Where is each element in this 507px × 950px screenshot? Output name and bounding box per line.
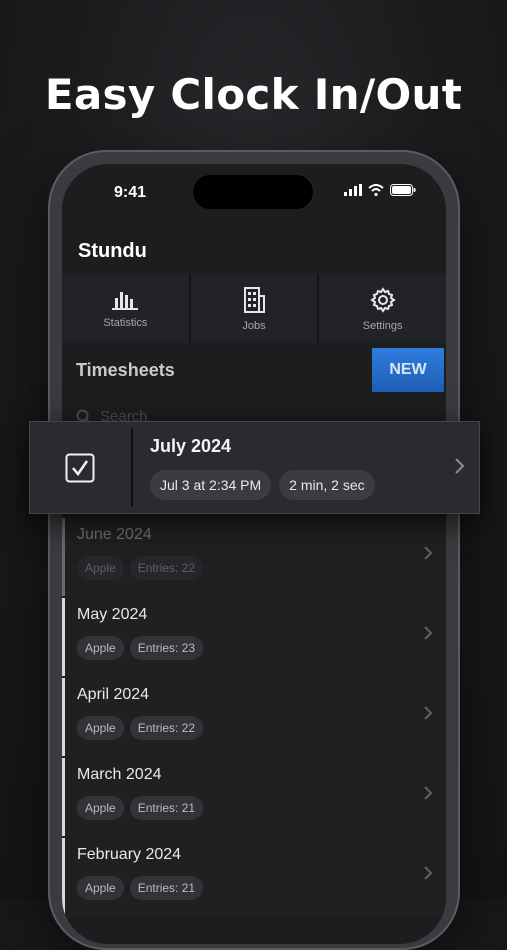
nav-statistics[interactable]: Statistics <box>62 275 189 343</box>
job-chip: Apple <box>77 796 124 820</box>
job-chip: Apple <box>77 876 124 900</box>
section-title: Timesheets <box>76 360 175 380</box>
nav-jobs-label: Jobs <box>242 319 266 332</box>
active-checkbox-area[interactable] <box>30 422 130 513</box>
entries-chip: Entries: 23 <box>129 636 204 660</box>
timesheet-row[interactable]: June 2024 Apple Entries: 22 <box>62 518 446 596</box>
start-time-chip: Jul 3 at 2:34 PM <box>150 470 272 500</box>
chevron-right-icon <box>424 626 432 640</box>
entries-chip: Entries: 22 <box>129 716 204 740</box>
timesheet-name: April 2024 <box>77 686 150 703</box>
job-chip: Apple <box>77 636 124 660</box>
phone-frame: 9:41 Stundu Statistics Jobs Settings Tim… <box>48 150 460 950</box>
new-timesheet-button[interactable]: NEW <box>372 348 444 392</box>
entries-chip: Entries: 21 <box>129 876 204 900</box>
entries-chip: Entries: 22 <box>129 556 204 580</box>
active-timesheet-card[interactable]: July 2024 Jul 3 at 2:34 PM 2 min, 2 sec <box>29 421 480 514</box>
dynamic-island <box>193 175 313 209</box>
entries-chip: Entries: 21 <box>129 796 204 820</box>
nav-jobs[interactable]: Jobs <box>190 275 318 343</box>
building-icon <box>244 286 265 313</box>
status-bar: 9:41 <box>62 164 446 220</box>
chevron-right-icon <box>424 546 432 560</box>
chevron-right-icon <box>424 706 432 720</box>
nav-bar: Statistics Jobs Settings <box>62 275 446 343</box>
chevron-right-icon <box>424 786 432 800</box>
timesheet-row[interactable]: April 2024 Apple Entries: 22 <box>62 678 446 756</box>
headline: Easy Clock In/Out <box>44 70 463 119</box>
phone-screen: 9:41 Stundu Statistics Jobs Settings Tim… <box>62 164 446 944</box>
timesheet-list: June 2024 Apple Entries: 22 May 2024 App… <box>62 518 446 918</box>
status-time: 9:41 <box>114 184 147 201</box>
active-timesheet-title: July 2024 <box>150 436 232 456</box>
timesheet-row[interactable]: May 2024 Apple Entries: 23 <box>62 598 446 676</box>
job-chip: Apple <box>77 556 124 580</box>
timesheet-row[interactable]: February 2024 Apple Entries: 21 <box>62 838 446 916</box>
timesheet-row[interactable]: March 2024 Apple Entries: 21 <box>62 758 446 836</box>
nav-settings-label: Settings <box>362 319 403 332</box>
gear-icon <box>369 286 396 313</box>
nav-statistics-label: Statistics <box>103 316 148 329</box>
timesheet-name: February 2024 <box>77 846 182 863</box>
bar-chart-icon <box>112 291 139 310</box>
wifi-icon <box>368 184 384 196</box>
status-icons <box>344 184 416 196</box>
app-title: Stundu <box>78 240 147 262</box>
chevron-right-icon <box>424 866 432 880</box>
job-chip: Apple <box>77 716 124 740</box>
timesheet-name: May 2024 <box>77 606 148 623</box>
nav-settings[interactable]: Settings <box>319 275 446 343</box>
timesheet-name: June 2024 <box>77 526 152 543</box>
chevron-right-icon <box>455 458 465 474</box>
timesheet-name: March 2024 <box>77 766 162 783</box>
card-divider <box>131 428 133 507</box>
duration-chip: 2 min, 2 sec <box>279 470 375 500</box>
checkbox-checked-icon <box>65 453 95 482</box>
signal-icon <box>344 184 362 196</box>
battery-icon <box>390 184 416 196</box>
